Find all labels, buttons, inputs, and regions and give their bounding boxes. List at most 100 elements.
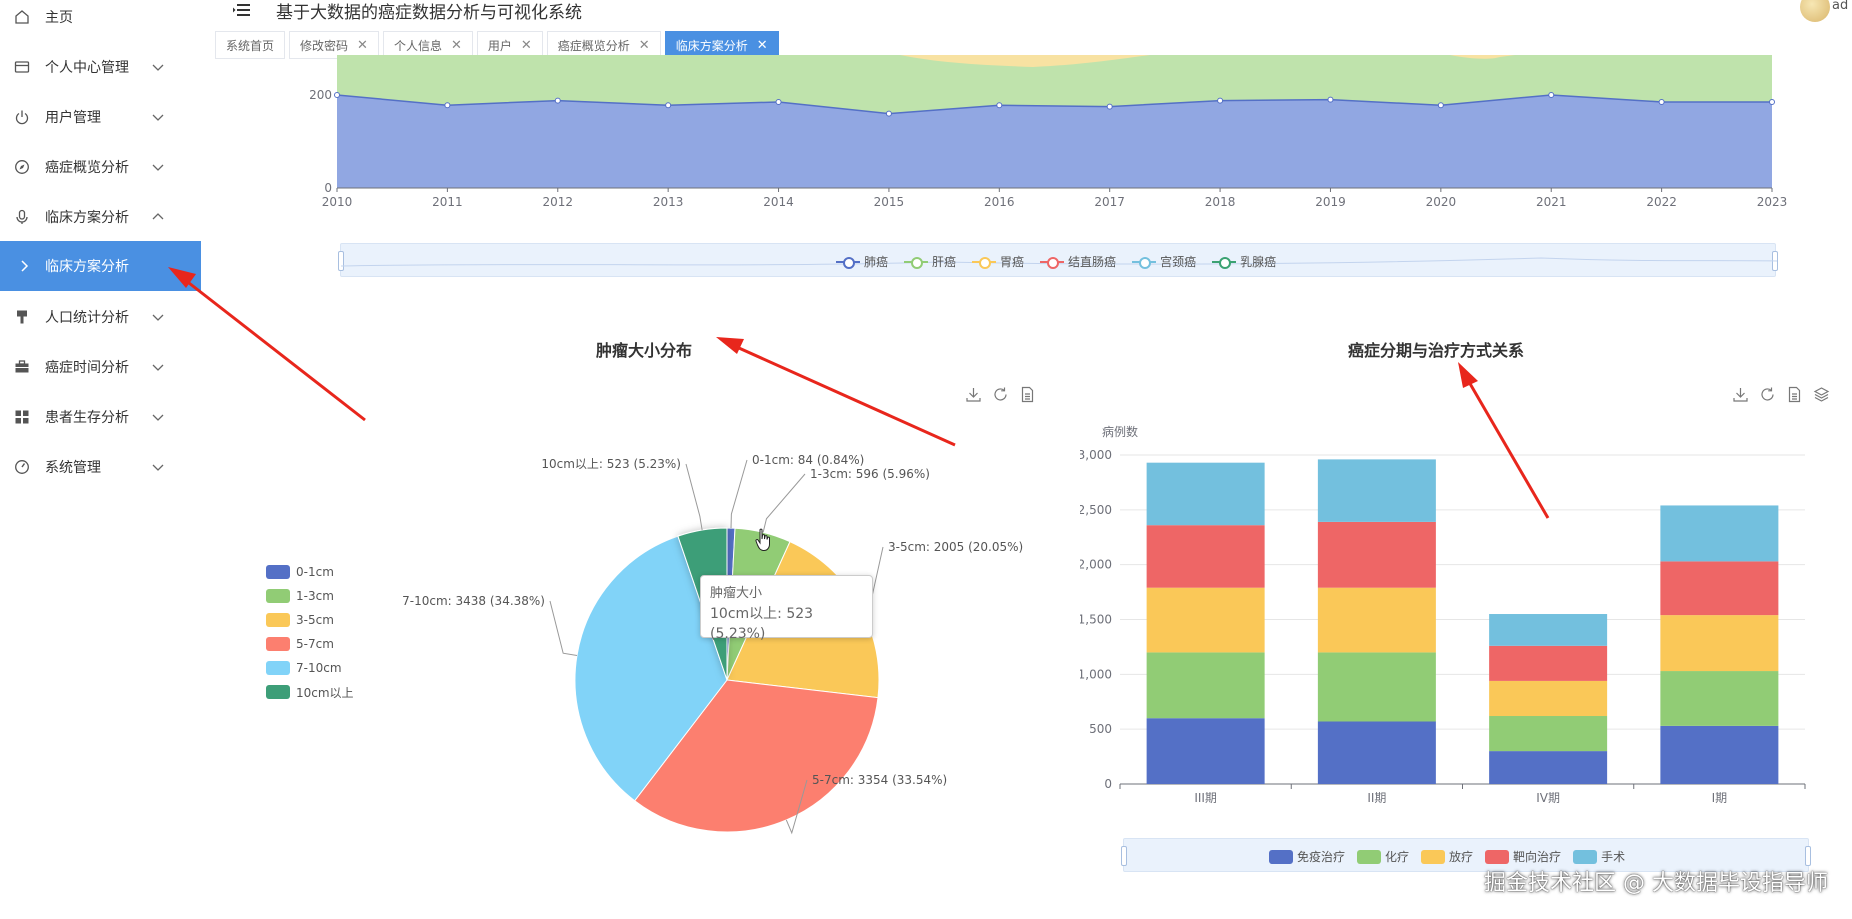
watermark: 掘金技术社区 @ 大数据毕设指导师 [1484, 871, 1828, 896]
data-point[interactable] [444, 102, 451, 109]
bar-segment[interactable] [1317, 459, 1436, 522]
legend-item[interactable]: 化疗 [1357, 848, 1409, 865]
slider-handle-left[interactable] [1121, 846, 1127, 866]
tooltip-value: 10cm以上: 523 (5.23%) [710, 606, 814, 642]
y-tick-label: 1,000 [1080, 667, 1112, 681]
legend-item[interactable]: 肺癌 [836, 253, 888, 270]
data-point[interactable] [1217, 97, 1224, 104]
avatar[interactable] [1800, 0, 1830, 22]
data-point[interactable] [1327, 96, 1334, 103]
data-zoom-slider[interactable]: 肺癌 肝癌 胃癌 结直肠癌 宫颈癌 乳腺癌 [338, 243, 1778, 277]
close-icon[interactable]: ✕ [357, 38, 368, 53]
bar-segment[interactable] [1146, 525, 1265, 588]
bar-segment[interactable] [1317, 652, 1436, 722]
legend-item[interactable]: 胃癌 [972, 253, 1024, 270]
bar-segment[interactable] [1317, 521, 1436, 588]
sidebar-item-label: 癌症概览分析 [45, 160, 129, 176]
data-point[interactable] [334, 92, 340, 98]
bar-segment[interactable] [1660, 725, 1779, 784]
data-point[interactable] [554, 97, 561, 104]
tab-home[interactable]: 系统首页 [215, 31, 286, 59]
x-tick-label: 2020 [1426, 195, 1457, 209]
user-name[interactable]: ad [1832, 0, 1852, 13]
bar-segment[interactable] [1146, 587, 1265, 653]
chevron-right-icon [16, 258, 32, 274]
bar-segment[interactable] [1146, 718, 1265, 784]
bar-segment[interactable] [1146, 652, 1265, 719]
sidebar-item-personal-center[interactable]: 个人中心管理 [0, 42, 201, 92]
sidebar-item-demographics[interactable]: 人口统计分析 [0, 292, 201, 342]
legend-swatch [1485, 849, 1510, 864]
bar-segment[interactable] [1317, 721, 1436, 784]
close-icon[interactable]: ✕ [521, 38, 532, 53]
data-point[interactable] [1769, 98, 1775, 105]
data-point[interactable] [1548, 92, 1555, 98]
data-point[interactable] [885, 110, 892, 117]
legend-item[interactable]: 结直肠癌 [1040, 253, 1116, 270]
legend-marker [1212, 256, 1237, 269]
y-tick-label: 500 [1089, 722, 1112, 736]
download-icon[interactable] [1732, 386, 1749, 403]
sidebar-item-home[interactable]: 主页 [0, 0, 201, 42]
data-point[interactable] [1106, 103, 1113, 110]
bar-segment[interactable] [1146, 462, 1265, 526]
data-point[interactable] [665, 102, 672, 109]
tab-label: 修改密码 [300, 38, 349, 53]
sidebar-item-user-management[interactable]: 用户管理 [0, 92, 201, 142]
bar-segment[interactable] [1660, 615, 1779, 672]
label-line [762, 473, 806, 533]
data-point[interactable] [1437, 102, 1444, 109]
legend-item[interactable]: 乳腺癌 [1212, 253, 1276, 270]
tab-label: 临床方案分析 [675, 38, 748, 53]
bar-segment[interactable] [1660, 561, 1779, 616]
x-tick-label: 2018 [1205, 195, 1236, 209]
legend-item[interactable]: 免疫治疗 [1269, 848, 1345, 865]
legend-label: 靶向治疗 [1513, 850, 1562, 864]
sidebar-subitem-clinical-plan[interactable]: 临床方案分析 [0, 241, 201, 291]
sidebar-item-label: 个人中心管理 [45, 60, 129, 76]
bar-chart-legend: 免疫治疗 化疗 放疗 靶向治疗 手术 [1269, 848, 1625, 865]
close-icon[interactable]: ✕ [639, 38, 650, 53]
bar-segment[interactable] [1660, 505, 1779, 562]
y-tick-label: 2,000 [1080, 558, 1112, 572]
data-point[interactable] [1658, 98, 1665, 105]
data-view-icon[interactable] [1786, 386, 1803, 403]
area-chart-legend: 肺癌 肝癌 胃癌 结直肠癌 宫颈癌 乳腺癌 [836, 253, 1276, 270]
tab-label: 癌症概览分析 [557, 38, 630, 53]
stack-icon[interactable] [1813, 386, 1830, 403]
page-title: 基于大数据的癌症数据分析与可视化系统 [276, 3, 582, 23]
legend-item[interactable]: 手术 [1573, 848, 1625, 865]
bar-segment[interactable] [1489, 614, 1608, 646]
bar-segment[interactable] [1489, 751, 1608, 784]
y-tick-label: 0 [1104, 777, 1112, 791]
menu-toggle-icon[interactable] [233, 2, 251, 18]
legend-item[interactable]: 宫颈癌 [1132, 253, 1196, 270]
legend-label: 乳腺癌 [1240, 255, 1277, 269]
bar-segment[interactable] [1489, 645, 1608, 681]
close-icon[interactable]: ✕ [757, 38, 768, 53]
bar-segment[interactable] [1489, 716, 1608, 752]
refresh-icon[interactable] [1759, 386, 1776, 403]
pie-chart-title: 肿瘤大小分布 [596, 341, 693, 360]
chart-tooltip: 肿瘤大小 10cm以上: 523 (5.23%) [700, 575, 873, 642]
legend-item[interactable]: 放疗 [1421, 848, 1473, 865]
x-tick-label: 2022 [1646, 195, 1677, 209]
data-point[interactable] [775, 98, 782, 105]
legend-item[interactable]: 靶向治疗 [1485, 848, 1561, 865]
sidebar-item-cancer-overview[interactable]: 癌症概览分析 [0, 142, 201, 192]
close-icon[interactable]: ✕ [451, 38, 462, 53]
legend-swatch [1421, 849, 1446, 864]
slider-handle-right[interactable] [1805, 846, 1811, 866]
bar-segment[interactable] [1489, 680, 1608, 717]
sidebar-item-label: 临床方案分析 [45, 259, 129, 275]
slice-label: 0-1cm: 84 (0.84%) [752, 453, 864, 467]
sidebar-item-clinical-plan[interactable]: 临床方案分析 [0, 192, 201, 242]
bar-segment[interactable] [1317, 587, 1436, 653]
tab-label: 用户 [487, 38, 512, 53]
card-icon [14, 59, 30, 75]
bar-segment[interactable] [1660, 671, 1779, 726]
legend-item[interactable]: 肝癌 [904, 253, 956, 270]
x-tick-label: IV期 [1536, 791, 1560, 805]
data-point[interactable] [996, 102, 1003, 109]
legend-marker [904, 256, 929, 269]
